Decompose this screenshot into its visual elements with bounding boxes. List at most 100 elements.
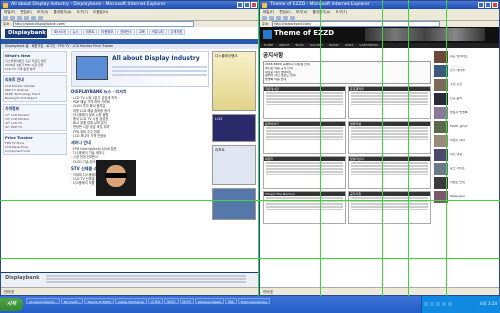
side-item[interactable]: 추천 사진: [434, 79, 497, 91]
person-photo[interactable]: [96, 160, 136, 196]
menu-file[interactable]: 파일(F): [4, 10, 15, 14]
nav-item[interactable]: 컨퍼런스: [117, 29, 135, 35]
menu-favorites[interactable]: 즐겨찾기(A): [54, 10, 72, 14]
block-link[interactable]: Backlight Unit Report: [5, 96, 65, 100]
menu-view[interactable]: 보기(V): [296, 10, 308, 14]
stop-icon[interactable]: [276, 16, 281, 20]
menu-edit[interactable]: 편집(E): [279, 10, 290, 14]
tray-icon[interactable]: [430, 302, 434, 306]
side-item[interactable]: 이번주 테마: [434, 135, 497, 147]
task-button[interactable]: 내 문서: [147, 298, 164, 304]
maximize-button[interactable]: [244, 2, 250, 8]
main-banner[interactable]: All about Display Industry: [71, 51, 209, 87]
task-button[interactable]: 탐색기: [164, 298, 179, 304]
menu-edit[interactable]: 편집(E): [20, 10, 31, 14]
nav-item[interactable]: BLOG: [296, 43, 304, 47]
board-card[interactable]: 공지사항: [348, 190, 431, 224]
close-button[interactable]: [251, 2, 257, 8]
menu-favorites[interactable]: 즐겨찾기(A): [313, 10, 331, 14]
side-item[interactable]: 최근 업데이트: [434, 51, 497, 63]
close-button[interactable]: [492, 2, 498, 8]
task-button[interactable]: 메신저: [179, 298, 194, 304]
nav-item[interactable]: LINKS: [345, 43, 354, 47]
side-item[interactable]: EZZD 갤러리: [434, 121, 497, 133]
board-card[interactable]: 음악이야기: [263, 120, 346, 154]
minimize-button[interactable]: [478, 2, 484, 8]
title-bar[interactable]: Theme of EZZD - Microsoft Internet Explo…: [260, 1, 499, 9]
nav-item[interactable]: 뉴스: [69, 29, 82, 35]
tray-icon[interactable]: [442, 302, 446, 306]
logo-mark: [263, 30, 272, 39]
side-item[interactable]: Wallpaper: [434, 191, 497, 203]
menu-view[interactable]: 보기(V): [37, 10, 49, 14]
nav-item[interactable]: 고객지원: [167, 29, 186, 35]
task-button[interactable]: Microsoft...: [60, 298, 84, 304]
tray-icon[interactable]: [436, 302, 440, 306]
nav-item[interactable]: 교육: [135, 29, 148, 35]
search-icon[interactable]: [38, 16, 43, 20]
side-item[interactable]: 인기 게시물: [434, 65, 497, 77]
ad-banner[interactable]: 리포트: [212, 145, 256, 185]
displaybank-browser-window[interactable]: All about Display Industry - Displaybank…: [0, 0, 259, 296]
forward-icon[interactable]: [269, 16, 274, 20]
ticker[interactable]: Displaybank 홈 · 회원가입 · 로그인 · FPD TV · LC…: [1, 44, 258, 49]
board-card[interactable]: Chopin The Nocturn: [263, 190, 346, 224]
board-card[interactable]: 자유게시판: [263, 85, 346, 119]
side-item[interactable]: 이벤트 안내: [434, 177, 497, 189]
nav-item[interactable]: 커뮤니티: [148, 29, 167, 35]
menu-tools[interactable]: 도구(T): [336, 10, 347, 14]
block-link[interactable]: 42" PDP TV: [5, 125, 65, 129]
task-button[interactable]: 알송: [225, 298, 237, 304]
nav-item[interactable]: MUSIC: [329, 43, 339, 47]
side-item[interactable]: 신규 음악: [434, 93, 497, 105]
news-item[interactable]: LCD 모니터 가격 안정세: [71, 134, 209, 138]
back-icon[interactable]: [262, 16, 267, 20]
menu-file[interactable]: 파일(F): [263, 10, 274, 14]
board-card[interactable]: 포토갤러리: [348, 85, 431, 119]
ad-banner-image[interactable]: [212, 188, 256, 220]
clock[interactable]: 오후 3:24: [479, 301, 497, 307]
refresh-icon[interactable]: [283, 16, 288, 20]
board-card[interactable]: 여행기: [263, 155, 346, 189]
task-button[interactable]: Windows Media: [194, 298, 225, 304]
stop-icon[interactable]: [17, 16, 22, 20]
start-button[interactable]: 시작: [0, 298, 23, 311]
tray-icon[interactable]: [424, 302, 428, 306]
nav-item[interactable]: 회사소개: [51, 29, 69, 35]
minimize-button[interactable]: [237, 2, 243, 8]
refresh-icon[interactable]: [24, 16, 29, 20]
block-link[interactable]: Component Cost: [5, 149, 65, 153]
task-button[interactable]: Adobe Photoshop: [114, 298, 147, 304]
ad-banner[interactable]: 디스플레이뱅크: [212, 51, 256, 111]
home-icon[interactable]: [31, 16, 36, 20]
displaybank-logo[interactable]: Displaybank: [5, 29, 47, 38]
title-bar[interactable]: All about Display Industry - Displaybank…: [1, 1, 258, 9]
nav-item[interactable]: HOME: [264, 43, 273, 47]
notice-row[interactable]: 방명록 이용 안내: [265, 78, 429, 82]
nav-item[interactable]: 마켓정보: [98, 29, 117, 35]
bottom-news-item[interactable]: 디스플레이 부품 기술 동향: [71, 181, 209, 185]
task-button[interactable]: All about Display...: [26, 298, 60, 304]
menu-tools[interactable]: 도구(T): [77, 10, 88, 14]
home-icon[interactable]: [290, 16, 295, 20]
nav-item[interactable]: GUESTBOOK: [359, 43, 378, 47]
site-title[interactable]: Theme of EZZD: [274, 29, 334, 37]
side-item[interactable]: 링크 사이트: [434, 163, 497, 175]
nav-item[interactable]: GALLERY: [310, 43, 323, 47]
ezzd-browser-window[interactable]: Theme of EZZD - Microsoft Internet Explo…: [259, 0, 500, 296]
side-item[interactable]: 최신 댓글: [434, 149, 497, 161]
task-button[interactable]: Theme of EZZD: [84, 298, 114, 304]
ad-banner[interactable]: LCD: [212, 114, 256, 142]
board-card[interactable]: 영화리뷰: [348, 120, 431, 154]
maximize-button[interactable]: [485, 2, 491, 8]
board-card[interactable]: 일상다반사: [348, 155, 431, 189]
nav-item[interactable]: ABOUT: [279, 43, 289, 47]
forward-icon[interactable]: [10, 16, 15, 20]
tray-icon[interactable]: [448, 302, 452, 306]
menu-help[interactable]: 도움말(H): [93, 10, 108, 14]
block-link[interactable]: LCD TV 가격 동향 분석: [5, 67, 65, 71]
nav-item[interactable]: 리포트: [82, 29, 98, 35]
task-button[interactable]: Total Commander: [237, 298, 271, 304]
side-item[interactable]: 방문자 방명록: [434, 107, 497, 119]
back-icon[interactable]: [3, 16, 8, 20]
